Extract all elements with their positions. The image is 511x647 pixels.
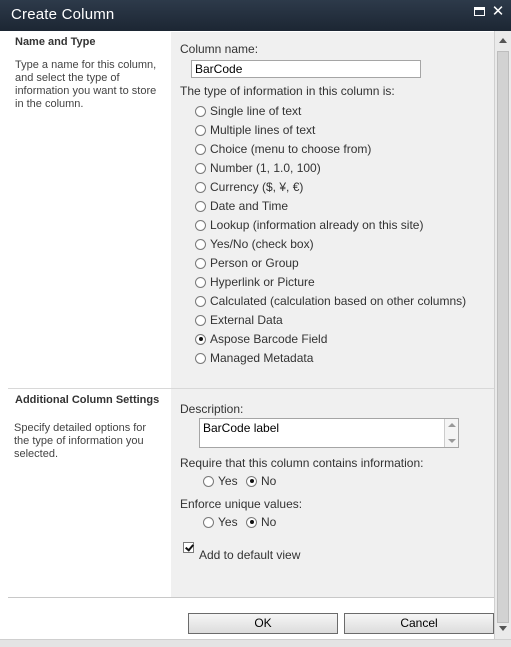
type-option-radio[interactable]: Yes/No (check box): [195, 236, 314, 252]
close-icon[interactable]: ✕: [491, 4, 505, 19]
description-label: Description:: [180, 402, 244, 416]
type-option-radio[interactable]: Lookup (information already on this site…: [195, 217, 423, 233]
radio-icon[interactable]: [195, 333, 206, 345]
type-option-label: Person or Group: [210, 256, 299, 270]
unique-no-radio[interactable]: No: [246, 514, 276, 530]
radio-icon[interactable]: [195, 124, 206, 136]
radio-icon[interactable]: [195, 295, 206, 307]
column-name-input[interactable]: BarCode: [191, 60, 421, 78]
unique-label: Enforce unique values:: [180, 497, 303, 511]
type-option-radio[interactable]: Multiple lines of text: [195, 122, 315, 138]
require-yes-radio[interactable]: Yes: [203, 473, 238, 489]
radio-icon[interactable]: [195, 238, 206, 250]
unique-yes-radio[interactable]: Yes: [203, 514, 238, 530]
vertical-scrollbar[interactable]: [494, 31, 511, 639]
type-label: The type of information in this column i…: [180, 84, 395, 98]
type-option-radio[interactable]: External Data: [195, 312, 283, 328]
radio-icon[interactable]: [195, 200, 206, 212]
cancel-button[interactable]: Cancel: [344, 613, 494, 634]
radio-icon[interactable]: [195, 314, 206, 326]
type-option-radio[interactable]: Managed Metadata: [195, 350, 313, 366]
radio-label: Yes: [218, 515, 238, 529]
type-option-label: Yes/No (check box): [210, 237, 314, 251]
type-option-label: Hyperlink or Picture: [210, 275, 315, 289]
section-heading: Name and Type: [15, 36, 96, 48]
radio-label: No: [261, 474, 277, 488]
section-heading: Additional Column Settings: [15, 394, 160, 406]
radio-icon[interactable]: [203, 475, 214, 487]
maximize-icon[interactable]: [472, 5, 486, 19]
type-option-label: Currency ($, ¥, €): [210, 180, 304, 194]
scroll-down-icon[interactable]: [448, 439, 456, 443]
type-option-radio[interactable]: Person or Group: [195, 255, 299, 271]
type-option-label: External Data: [210, 313, 283, 327]
radio-icon[interactable]: [195, 352, 206, 364]
type-option-label: Number (1, 1.0, 100): [210, 161, 321, 175]
radio-label: Yes: [218, 474, 238, 488]
require-label: Require that this column contains inform…: [180, 456, 424, 470]
radio-icon[interactable]: [195, 276, 206, 288]
radio-icon[interactable]: [195, 105, 206, 117]
radio-icon[interactable]: [195, 162, 206, 174]
type-option-label: Choice (menu to choose from): [210, 142, 372, 156]
additional-settings-section: Additional Column Settings Specify detai…: [8, 392, 171, 598]
type-option-radio[interactable]: Currency ($, ¥, €): [195, 179, 303, 195]
radio-icon[interactable]: [195, 219, 206, 231]
section-description: Type a name for this column, and select …: [15, 59, 157, 110]
name-type-section: Name and Type Type a name for this colum…: [8, 32, 171, 388]
description-value: BarCode label: [203, 421, 280, 435]
description-textarea[interactable]: BarCode label: [199, 418, 459, 448]
scroll-thumb[interactable]: [497, 51, 509, 623]
type-option-label: Managed Metadata: [210, 351, 314, 365]
type-option-radio[interactable]: Hyperlink or Picture: [195, 274, 315, 290]
require-no-radio[interactable]: No: [246, 473, 276, 489]
scroll-up-icon[interactable]: [448, 423, 456, 427]
type-option-radio[interactable]: Single line of text: [195, 103, 301, 119]
add-default-view-label: Add to default view: [199, 548, 301, 562]
radio-icon[interactable]: [246, 516, 257, 528]
type-option-label: Aspose Barcode Field: [210, 332, 328, 346]
type-option-radio[interactable]: Number (1, 1.0, 100): [195, 160, 321, 176]
section-description: Specify detailed options for the type of…: [14, 422, 147, 460]
type-option-label: Calculated (calculation based on other c…: [210, 294, 467, 308]
title-bar: Create Column ✕: [0, 0, 511, 31]
scroll-down-icon[interactable]: [499, 626, 507, 631]
radio-icon[interactable]: [195, 257, 206, 269]
column-name-label: Column name:: [180, 42, 259, 56]
type-option-radio[interactable]: Calculated (calculation based on other c…: [195, 293, 466, 309]
textarea-scrollbar[interactable]: [444, 419, 458, 447]
radio-icon[interactable]: [246, 475, 257, 487]
radio-icon[interactable]: [195, 143, 206, 155]
window-title: Create Column: [11, 6, 115, 23]
footer-divider: [8, 597, 494, 598]
radio-icon[interactable]: [195, 181, 206, 193]
type-option-radio[interactable]: Choice (menu to choose from): [195, 141, 371, 157]
radio-label: No: [261, 515, 277, 529]
type-option-label: Multiple lines of text: [210, 123, 316, 137]
type-option-label: Single line of text: [210, 104, 302, 118]
type-option-radio[interactable]: Date and Time: [195, 198, 288, 214]
radio-icon[interactable]: [203, 516, 214, 528]
add-default-view-checkbox[interactable]: [183, 542, 194, 553]
type-option-label: Date and Time: [210, 199, 289, 213]
scroll-up-icon[interactable]: [499, 38, 507, 43]
horizontal-scrollbar[interactable]: [0, 639, 511, 647]
ok-button[interactable]: OK: [188, 613, 338, 634]
type-option-label: Lookup (information already on this site…: [210, 218, 424, 232]
type-option-radio[interactable]: Aspose Barcode Field: [195, 331, 327, 347]
